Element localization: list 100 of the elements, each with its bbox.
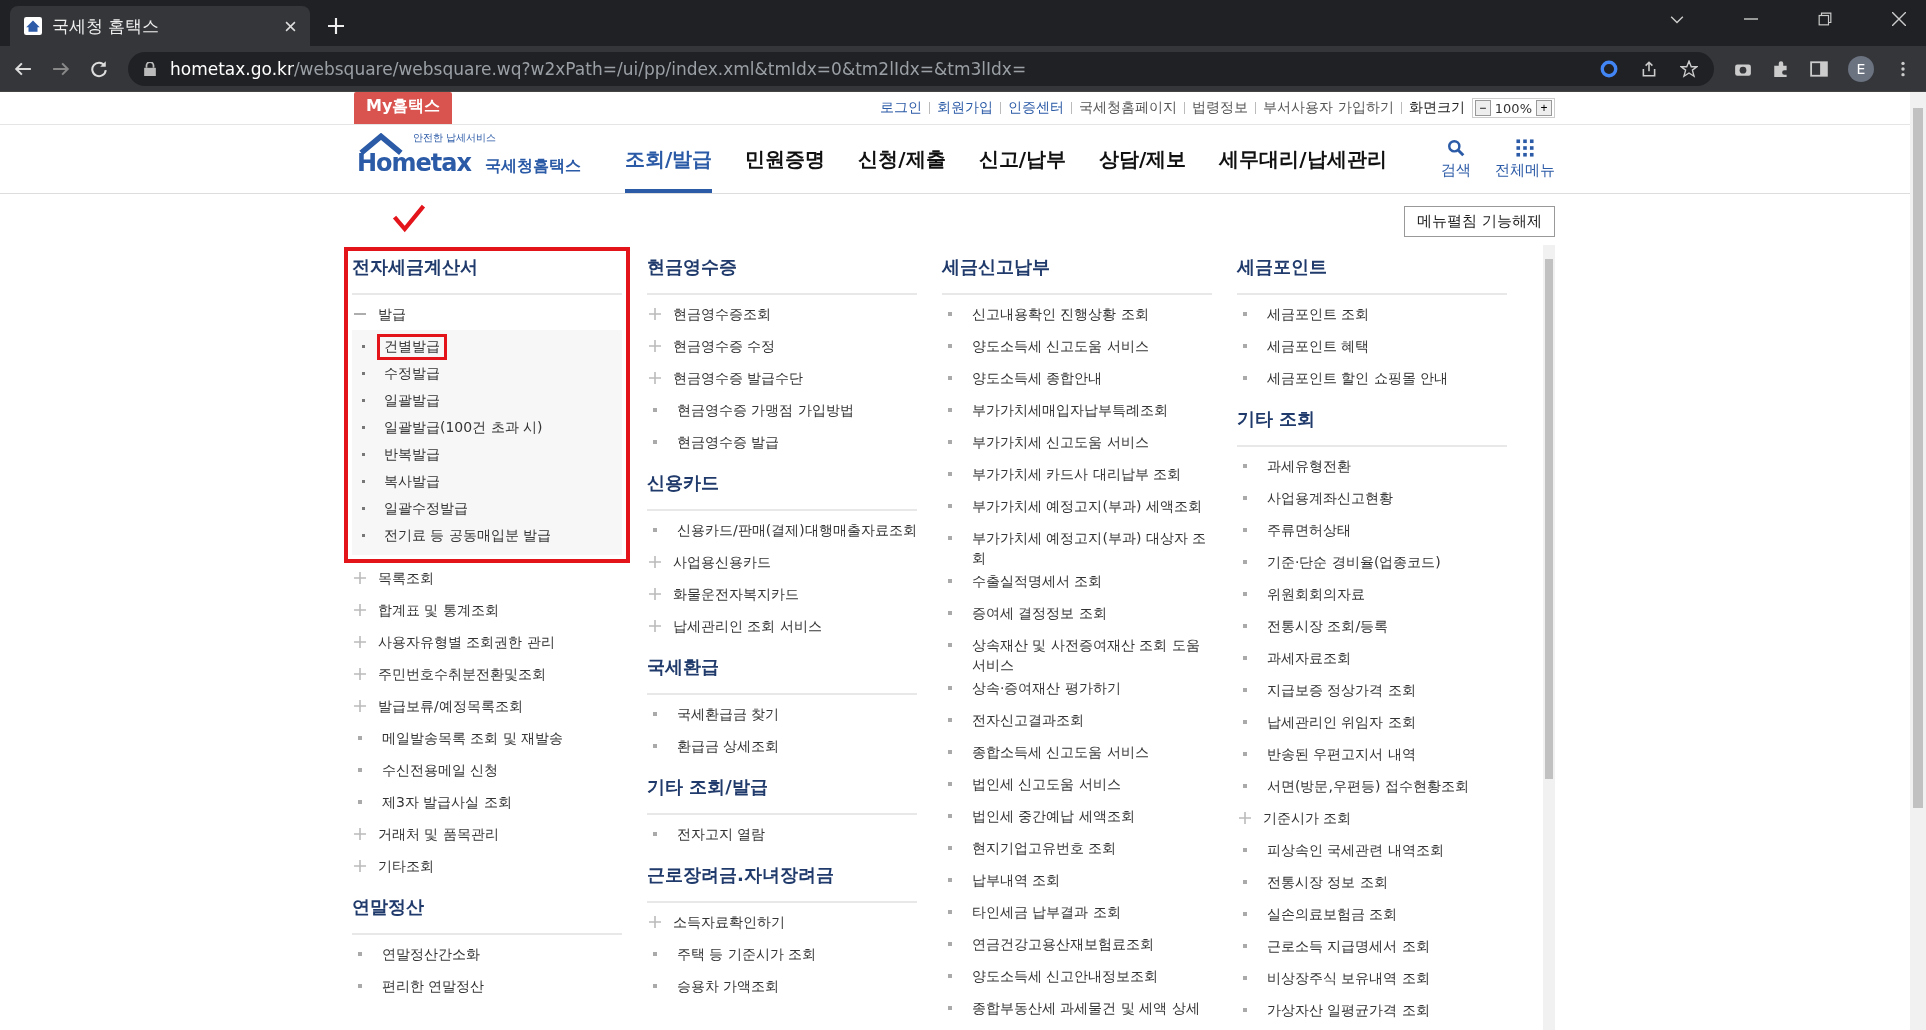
menu-link[interactable]: 가상자산 일평균가격 조회 — [1267, 1000, 1430, 1020]
menu-link[interactable]: 발급보류/예정목록조회 — [378, 696, 523, 716]
my-hometax-tab[interactable]: My홈택스 — [354, 92, 453, 124]
scrollbar[interactable] — [1543, 245, 1555, 1030]
zoom-out-button[interactable]: − — [1474, 100, 1491, 116]
share-icon[interactable] — [1640, 59, 1658, 78]
menu-link[interactable]: 상속재산 및 사전증여재산 조회 도움 서비스 — [972, 635, 1212, 675]
reload-icon[interactable] — [90, 59, 108, 78]
address-field[interactable]: hometax.go.kr/websquare/websquare.wq?w2xPath=/ui/pp/index.xml&tmIdx=0&tm2lIdx=&tm3lIdx= — [128, 51, 1714, 86]
close-icon[interactable] — [285, 20, 296, 32]
menu-link[interactable]: 주류면허상태 — [1267, 520, 1351, 540]
submenu-link[interactable]: 반복발급 — [377, 441, 447, 468]
menu-link[interactable]: 서면(방문,우편등) 접수현황조회 — [1267, 776, 1469, 796]
menu-link[interactable]: 수신전용메일 신청 — [382, 760, 499, 780]
menu-link[interactable]: 전통시장 정보 조회 — [1267, 872, 1388, 892]
menu-link[interactable]: 전자고지 열람 — [677, 824, 766, 844]
submenu-link[interactable]: 일괄발급 — [377, 387, 447, 414]
utility-link[interactable]: 인증센터 — [1008, 99, 1065, 117]
menu-link[interactable]: 과세유형전환 — [1267, 456, 1351, 476]
menu-link[interactable]: 과세자료조회 — [1267, 648, 1351, 668]
menu-link[interactable]: 지급보증 정상가격 조회 — [1267, 680, 1416, 700]
menu-link[interactable]: 세금포인트 할인 쇼핑몰 안내 — [1267, 368, 1449, 388]
menu-expand-toggle-button[interactable]: 메뉴펼침 기능해제 — [1404, 206, 1555, 237]
hometax-logo[interactable]: 안전한 납세서비스 Hometax 국세청홈택스 — [353, 125, 583, 193]
all-menu-button[interactable]: 전체메뉴 — [1495, 125, 1555, 193]
submenu-link[interactable]: 일괄발급(100건 초과 시) — [377, 414, 550, 441]
menu-link[interactable]: 목록조회 — [378, 568, 434, 588]
menu-link[interactable]: 연말정산간소화 — [382, 944, 480, 964]
utility-link[interactable]: 국세청홈페이지 — [1079, 99, 1178, 117]
page-scrollbar[interactable] — [1910, 92, 1926, 1030]
menu-link[interactable]: 주민번호수취분전환및조회 — [378, 664, 546, 684]
menu-link[interactable]: 기준시가 조회 — [1263, 808, 1352, 828]
menu-link[interactable]: 법인세 신고도움 서비스 — [972, 774, 1121, 794]
menu-link[interactable]: 사업용계좌신고현황 — [1267, 488, 1393, 508]
zoom-in-button[interactable]: + — [1536, 100, 1552, 116]
submenu-link[interactable]: 전기료 등 공동매입분 발급 — [377, 522, 559, 549]
menu-link[interactable]: 신고내용확인 진행상황 조회 — [972, 304, 1149, 324]
utility-link[interactable]: 법령정보 — [1192, 99, 1249, 117]
menu-link[interactable]: 납부내역 조회 — [972, 870, 1061, 890]
menu-link[interactable]: 현금영수증 가맹점 가입방법 — [677, 400, 854, 420]
menu-link[interactable]: 연금건강고용산재보험료조회 — [972, 934, 1154, 954]
menu-link[interactable]: 종합부동산세 과세물건 및 세액 상세 — [972, 998, 1200, 1018]
utility-link[interactable]: 회원가입 — [937, 99, 994, 117]
submenu-link[interactable]: 일괄수정발급 — [377, 495, 475, 522]
profile-avatar[interactable]: E — [1848, 55, 1874, 82]
menu-link[interactable]: 화물운전자복지카드 — [673, 584, 799, 604]
menu-link[interactable]: 법인세 중간예납 세액조회 — [972, 806, 1135, 826]
nav-tab[interactable]: 조회/발급 — [625, 125, 713, 193]
submenu-link[interactable]: 건별발급 — [377, 333, 447, 360]
menu-link[interactable]: 근로소득 지급명세서 조회 — [1267, 936, 1430, 956]
nav-tab[interactable]: 신청/제출 — [858, 125, 946, 193]
menu-link[interactable]: 비상장주식 보유내역 조회 — [1267, 968, 1430, 988]
google-icon[interactable] — [1600, 59, 1618, 78]
nav-tab[interactable]: 신고/납부 — [978, 125, 1066, 193]
menu-link[interactable]: 국세환급금 찾기 — [677, 704, 780, 724]
star-icon[interactable] — [1680, 59, 1698, 78]
menu-link[interactable]: 세금포인트 조회 — [1267, 304, 1370, 324]
menu-link[interactable]: 양도소득세 종합안내 — [972, 368, 1103, 388]
menu-link[interactable]: 현금영수증 수정 — [673, 336, 776, 356]
menu-link[interactable]: 현금영수증 발급수단 — [673, 368, 804, 388]
browser-tab[interactable]: 국세청 홈택스 — [10, 6, 310, 46]
menu-link[interactable]: 부가가치세 카드사 대리납부 조회 — [972, 464, 1182, 484]
menu-link[interactable]: 소득자료확인하기 — [673, 912, 785, 932]
menu-link[interactable]: 거래처 및 품목관리 — [378, 824, 499, 844]
menu-link[interactable]: 사용자유형별 조회권한 관리 — [378, 632, 555, 652]
menu-link[interactable]: 현금영수증조회 — [673, 304, 771, 324]
utility-link[interactable]: 로그인 — [880, 99, 923, 117]
menu-link[interactable]: 합계표 및 통계조회 — [378, 600, 499, 620]
menu-link[interactable]: 전통시장 조회/등록 — [1267, 616, 1389, 636]
menu-link[interactable]: 승용차 가액조회 — [677, 976, 780, 996]
menu-link[interactable]: 부가가치세매입자납부특례조회 — [972, 400, 1168, 420]
puzzle-icon[interactable] — [1772, 59, 1790, 78]
menu-link[interactable]: 증여세 결정정보 조회 — [972, 603, 1107, 623]
menu-link[interactable]: 발급 — [378, 304, 406, 324]
menu-link[interactable]: 양도소득세 신고안내정보조회 — [972, 966, 1159, 986]
menu-link[interactable]: 반송된 우편고지서 내역 — [1267, 744, 1416, 764]
menu-link[interactable]: 납세관리인 위임자 조회 — [1267, 712, 1416, 732]
menu-link[interactable]: 타인세금 납부결과 조회 — [972, 902, 1121, 922]
menu-link[interactable]: 사업용신용카드 — [673, 552, 771, 572]
submenu-link[interactable]: 수정발급 — [377, 360, 447, 387]
menu-link[interactable]: 제3자 발급사실 조회 — [382, 792, 512, 812]
menu-link[interactable]: 세금포인트 혜택 — [1267, 336, 1370, 356]
menu-link[interactable]: 납세관리인 조회 서비스 — [673, 616, 822, 636]
close-icon[interactable] — [1892, 12, 1906, 26]
submenu-link[interactable]: 복사발급 — [377, 468, 447, 495]
menu-link[interactable]: 기타조회 — [378, 856, 434, 876]
menu-link[interactable]: 편리한 연말정산 — [382, 976, 485, 996]
menu-link[interactable]: 상속·증여재산 평가하기 — [972, 678, 1121, 698]
menu-link[interactable]: 피상속인 국세관련 내역조회 — [1267, 840, 1444, 860]
nav-tab[interactable]: 민원증명 — [745, 125, 826, 193]
search-button[interactable]: 검색 — [1441, 125, 1471, 193]
utility-link[interactable]: 부서사용자 가입하기 — [1263, 99, 1394, 117]
menu-link[interactable]: 종합소득세 신고도움 서비스 — [972, 742, 1149, 762]
menu-link[interactable]: 부가가치세 신고도움 서비스 — [972, 432, 1149, 452]
sidebar-icon[interactable] — [1810, 59, 1828, 78]
restore-icon[interactable] — [1818, 12, 1832, 26]
menu-link[interactable]: 메일발송목록 조회 및 재발송 — [382, 728, 564, 748]
menu-link[interactable]: 수출실적명세서 조회 — [972, 571, 1103, 591]
menu-link[interactable]: 전자신고결과조회 — [972, 710, 1084, 730]
menu-link[interactable]: 기준·단순 경비율(업종코드) — [1267, 552, 1441, 572]
